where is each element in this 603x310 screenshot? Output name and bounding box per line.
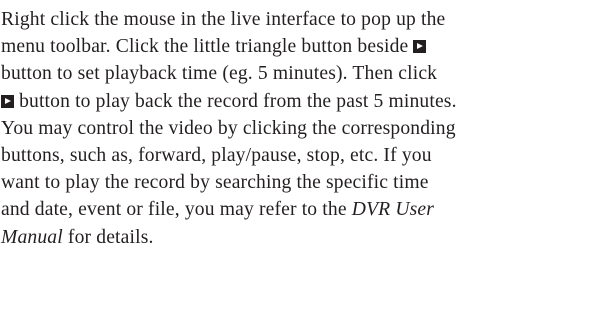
text-line: Right click the mouse in the live interf… xyxy=(1,6,601,33)
text-line-5: You may control the video by clicking th… xyxy=(1,117,456,139)
text-line-8: and date, event or file, you may refer t… xyxy=(1,199,347,221)
text-line: button to play back the record from the … xyxy=(1,88,601,115)
text-line: buttons, such as, forward, play/pause, s… xyxy=(1,142,601,169)
text-line: Manual for details. xyxy=(1,224,601,251)
text-line: want to play the record by searching the… xyxy=(1,169,601,196)
instruction-paragraph: Right click the mouse in the live interf… xyxy=(1,6,601,251)
text-line-4: button to play back the record from the … xyxy=(19,90,457,112)
play-icon xyxy=(1,94,14,108)
text-line-1: Right click the mouse in the live interf… xyxy=(1,9,446,30)
manual-title-part-1: DVR User xyxy=(351,199,435,221)
text-line-3: button to set playback time (eg. 5 minut… xyxy=(1,63,438,85)
text-line-9: for details. xyxy=(67,226,154,248)
text-line-6: buttons, such as, forward, play/pause, s… xyxy=(1,144,432,166)
text-line-7: want to play the record by searching the… xyxy=(1,172,429,194)
text-line: menu toolbar. Click the little triangle … xyxy=(1,33,601,60)
text-line: button to set playback time (eg. 5 minut… xyxy=(1,60,601,87)
text-line: and date, event or file, you may refer t… xyxy=(1,196,601,223)
text-line: You may control the video by clicking th… xyxy=(1,115,601,142)
manual-title-part-2: Manual xyxy=(1,226,63,248)
play-icon xyxy=(413,40,427,54)
text-line-2: menu toolbar. Click the little triangle … xyxy=(1,36,409,58)
